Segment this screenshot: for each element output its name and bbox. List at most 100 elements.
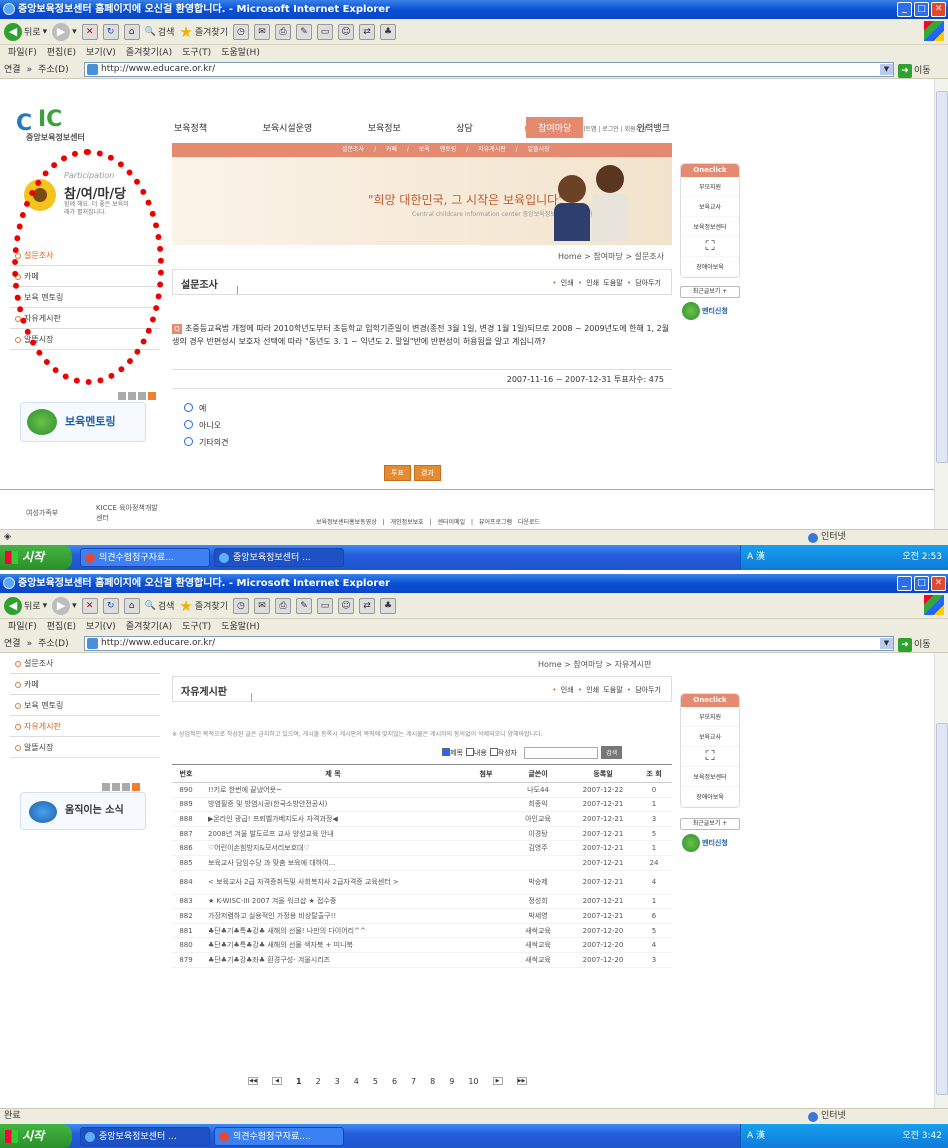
print-help-link[interactable]: 인쇄 도움말: [578, 686, 623, 694]
gnb-participation[interactable]: 참여마당: [526, 117, 584, 138]
links-chevron[interactable]: »: [27, 635, 33, 653]
sub-nav[interactable]: 설문조사 / 카페 / 보육 멘토링 / 자유게시판 / 알뜰시장: [172, 143, 672, 157]
favorites-button[interactable]: ★ 즐겨찾기: [179, 597, 228, 615]
people-icon[interactable]: ♣: [379, 597, 396, 614]
links-label[interactable]: 연결: [4, 635, 21, 653]
news-banner[interactable]: 움직이는 소식: [20, 792, 146, 830]
save-link[interactable]: 담아두기: [627, 279, 661, 287]
address-input[interactable]: http://www.educare.or.kr/ ▼: [84, 636, 894, 651]
search-opt-title[interactable]: 제목: [442, 747, 463, 758]
mentoring-banner[interactable]: 보육멘토링: [20, 402, 146, 442]
history-icon[interactable]: ◷: [232, 23, 249, 40]
row-title[interactable]: ▶온라인 광급! 프뢰벨가베지도사 자격과정◀: [200, 811, 466, 827]
mail-icon[interactable]: ✉: [253, 23, 270, 40]
people-icon[interactable]: ♣: [379, 23, 396, 40]
save-link[interactable]: 담아두기: [627, 686, 661, 694]
row-title[interactable]: < 보육교사 2급 자격증취득및 사회복지사 2급자격증 교육센터 >: [200, 870, 466, 895]
site-logo[interactable]: C IC 중앙보육정보센터: [16, 107, 136, 143]
footer-logo-mogef[interactable]: 여성가족부: [26, 508, 58, 518]
maximize-button[interactable]: □: [914, 2, 929, 17]
menu-help[interactable]: 도움말(H): [221, 45, 260, 61]
back-button[interactable]: ◀ 뒤로 ▾: [4, 596, 47, 615]
home-icon[interactable]: ⌂: [123, 597, 140, 614]
stop-icon[interactable]: ✕: [81, 23, 98, 40]
quick-disabled[interactable]: 장애아보육: [681, 257, 739, 277]
menu-favorites[interactable]: 즐겨찾기(A): [126, 619, 172, 635]
first-page-icon[interactable]: ◀◀: [248, 1077, 258, 1085]
menu-tools[interactable]: 도구(T): [182, 45, 211, 61]
close-button[interactable]: ✕: [931, 2, 946, 17]
row-title[interactable]: ♣단♣기♣강♣좌♣ 환경구성- 겨울시리즈: [200, 952, 466, 968]
page-link[interactable]: 3: [335, 1077, 340, 1086]
page-link[interactable]: 6: [392, 1077, 397, 1086]
page-link[interactable]: 4: [354, 1077, 359, 1086]
start-button[interactable]: 시작: [0, 1124, 72, 1148]
quick-parents[interactable]: 부모지원: [681, 707, 739, 727]
messenger-icon[interactable]: ☺: [337, 597, 354, 614]
search-button[interactable]: 🔍 검색: [145, 599, 175, 613]
folder-icon[interactable]: ▭: [316, 597, 333, 614]
gnb-jobbank[interactable]: 인력뱅크: [635, 117, 672, 138]
gnb-facility[interactable]: 보육시설운영: [261, 117, 315, 138]
close-button[interactable]: ✕: [931, 576, 946, 591]
row-title[interactable]: 가장저렴하고 실용적인 가정용 비상탈출구!!: [200, 908, 466, 924]
recent-posts-button[interactable]: 최근글보기 +: [680, 286, 740, 298]
edit-icon[interactable]: ✎: [295, 23, 312, 40]
row-title[interactable]: ★ K-WISC-III 2007 겨울 워크샵 ★ 접수중: [200, 894, 466, 910]
go-button[interactable]: ➜ 이동: [898, 636, 931, 654]
table-row[interactable]: 880 ♣단♣기♣특♣강♣ 새해의 선물 색자북 + 미니북 새싹교육 2007-12…: [172, 937, 672, 953]
quick-centers[interactable]: 보육정보센터: [681, 767, 739, 787]
table-row[interactable]: 889 방염필증 및 방염시공(한국소방안전공사) 최종익 2007-12-21 1: [172, 797, 672, 813]
search-button[interactable]: 🔍 검색: [145, 25, 175, 39]
chevron-down-icon[interactable]: ▼: [880, 64, 893, 75]
edit-icon[interactable]: ✎: [295, 597, 312, 614]
table-row[interactable]: 885 보육교사 담임수당 과 맞춤 보육에 대하여... 2007-12-21 24: [172, 855, 672, 871]
option-yes[interactable]: 예: [184, 403, 206, 414]
forward-button[interactable]: ▶ ▾: [52, 22, 77, 41]
table-row[interactable]: 879 ♣단♣기♣강♣좌♣ 환경구성- 겨울시리즈 새싹교육 2007-12-20 3: [172, 952, 672, 968]
vote-button[interactable]: 투표: [384, 465, 411, 481]
print-icon[interactable]: ⎙: [274, 23, 291, 40]
task-ie-window[interactable]: 중앙보육정보센터 ...: [80, 1127, 210, 1146]
forward-button[interactable]: ▶ ▾: [52, 596, 77, 615]
last-page-icon[interactable]: ▶▶: [516, 1077, 527, 1085]
minimize-button[interactable]: _: [897, 576, 912, 591]
links-label[interactable]: 연결: [4, 61, 21, 79]
chevron-down-icon[interactable]: ▼: [880, 638, 893, 649]
lnav-board[interactable]: 자유게시판: [10, 716, 160, 737]
option-other[interactable]: 기타의견: [184, 437, 228, 448]
task-ie-window[interactable]: 중앙보육정보센터 ...: [214, 548, 344, 567]
task-opinion-doc[interactable]: 의견수렴청구자료....: [214, 1127, 344, 1146]
page-link[interactable]: 10: [468, 1077, 478, 1086]
home-icon[interactable]: ⌂: [123, 23, 140, 40]
lnav-cafe[interactable]: 카페: [10, 674, 160, 695]
footer-links[interactable]: 보육정보센터홍보동영상 | 개인정보보호 | 센터이메일 | 뷰어프로그램 다운…: [316, 517, 540, 526]
quick-parents[interactable]: 부모지원: [681, 177, 739, 197]
print-help-link[interactable]: 인쇄 도움말: [578, 279, 623, 287]
gnb-counsel[interactable]: 상담: [454, 117, 475, 138]
gnb-policy[interactable]: 보육정책: [172, 117, 209, 138]
search-submit-button[interactable]: 검색: [601, 746, 623, 759]
search-opt-author[interactable]: 작성자: [489, 747, 517, 758]
next-page-icon[interactable]: ▶: [492, 1077, 503, 1085]
refresh-icon[interactable]: ↻: [102, 23, 119, 40]
row-title[interactable]: ♡어린이손힘방지&모서리보호대♡: [200, 840, 466, 856]
quick-teachers[interactable]: 보육교사: [681, 197, 739, 217]
page-link[interactable]: 9: [449, 1077, 454, 1086]
ime-indicator[interactable]: A 漢: [747, 545, 765, 570]
quick-teachers[interactable]: 보육교사: [681, 727, 739, 747]
row-title[interactable]: 방염필증 및 방염시공(한국소방안전공사): [200, 797, 466, 813]
page-link[interactable]: 5: [373, 1077, 378, 1086]
ime-indicator[interactable]: A 漢: [747, 1124, 765, 1148]
menu-file[interactable]: 파일(F): [8, 45, 37, 61]
menu-edit[interactable]: 편집(E): [47, 619, 76, 635]
row-title[interactable]: 2008년 겨울 발도르프 교사 양성교육 안내: [200, 826, 466, 842]
vertical-scrollbar[interactable]: [934, 79, 948, 529]
quick-special-icon[interactable]: ⛶: [681, 747, 739, 767]
maximize-button[interactable]: □: [914, 576, 929, 591]
address-input[interactable]: http://www.educare.or.kr/ ▼: [84, 62, 894, 77]
page-link[interactable]: 1: [296, 1077, 302, 1086]
task-opinion-doc[interactable]: 의견수렴청구자료...: [80, 548, 210, 567]
page-link[interactable]: 7: [411, 1077, 416, 1086]
result-button[interactable]: 결과: [413, 465, 441, 481]
